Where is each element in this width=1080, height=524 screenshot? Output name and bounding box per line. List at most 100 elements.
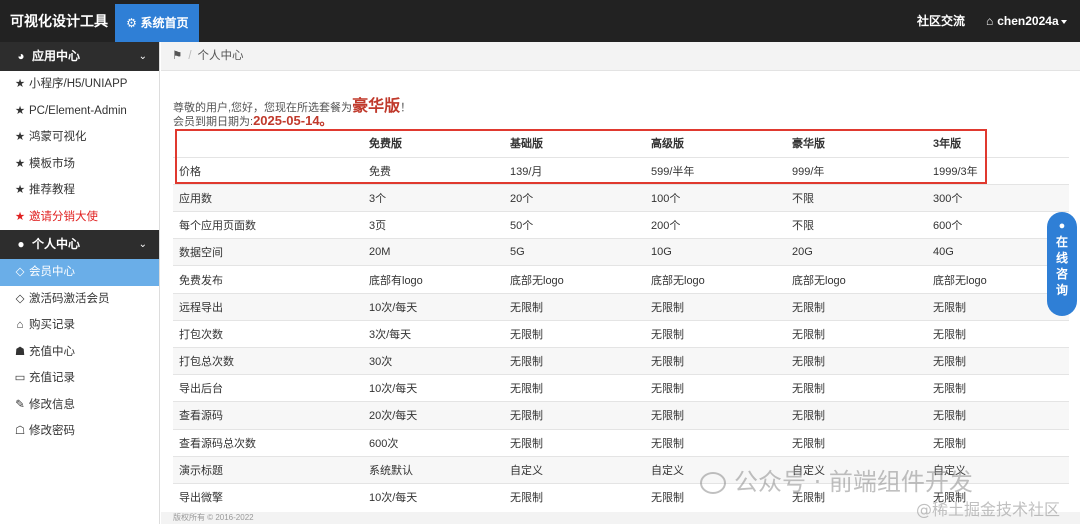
breadcrumb-separator: / bbox=[188, 50, 192, 62]
home-tab[interactable]: ⚙ 系统首页 bbox=[115, 4, 199, 42]
top-navbar: 可视化设计工具 ⚙ 系统首页 社区交流 ⌂ chen2024a bbox=[0, 0, 1080, 42]
chevron-down-icon: ⌄ bbox=[138, 51, 147, 62]
table-cell: 无限制 bbox=[786, 401, 927, 430]
lock-icon: ☖ bbox=[14, 425, 26, 437]
table-cell: 20G bbox=[786, 238, 927, 266]
sidebar-item-label: 邀请分销大使 bbox=[29, 210, 98, 223]
table-cell: 无限制 bbox=[504, 292, 645, 321]
table-row: 打包次数 3次/每天 无限制 无限制 无限制 无限制 bbox=[173, 319, 1069, 348]
sidebar-item-label: 鸿蒙可视化 bbox=[29, 131, 87, 143]
table-row: 数据空间 20M 5G 10G 20G 40G bbox=[173, 238, 1069, 266]
star-icon: ★ bbox=[14, 210, 26, 223]
plans-table: 免费版 基础版 高级版 豪华版 3年版 价格 免费 139/月 599/半年 999/年 1999… bbox=[173, 130, 1069, 511]
nav-community-link[interactable]: 社区交流 bbox=[917, 0, 965, 42]
table-cell: 每个应用页面数 bbox=[173, 211, 363, 239]
table-cell: 3次/每天 bbox=[363, 319, 504, 348]
table-cell: 599/半年 bbox=[645, 156, 786, 185]
sidebar-item[interactable]: ◇ 激活码激活会员 bbox=[0, 286, 159, 313]
sidebar-item-label: 推荐教程 bbox=[29, 184, 75, 196]
table-row: 价格 免费 139/月 599/半年 999/年 1999/3年 bbox=[173, 156, 1069, 185]
table-row: 远程导出 10次/每天 无限制 无限制 无限制 无限制 bbox=[173, 292, 1069, 321]
sidebar-item[interactable]: ★ 推荐教程 bbox=[0, 177, 159, 204]
table-cell: 打包次数 bbox=[173, 319, 363, 348]
sidebar-item[interactable]: ⌂ 购买记录 bbox=[0, 312, 159, 339]
sidebar-section-apps[interactable]: ◕ 应用中心 ⌄ bbox=[0, 42, 159, 71]
breadcrumb: ⚑ / 个人中心 bbox=[161, 42, 1080, 71]
table-cell: 无限制 bbox=[504, 482, 645, 511]
personal-list: ◇ 会员中心 ◇ 激活码激活会员 ⌂ 购买记录 ☗ 充值中心 ▭ 充值记录 ✎ 修改信息 ☖ 修改密码 bbox=[0, 259, 159, 445]
table-row: 应用数 3个 20个 100个 不限 300个 bbox=[173, 183, 1069, 212]
table-row: 导出后台 10次/每天 无限制 无限制 无限制 无限制 bbox=[173, 374, 1069, 402]
user-menu[interactable]: ⌂ chen2024a bbox=[986, 0, 1067, 42]
table-cell: 10G bbox=[645, 238, 786, 266]
sidebar-section-personal[interactable]: ● 个人中心 ⌄ bbox=[0, 230, 159, 259]
table-header-cell: 高级版 bbox=[651, 138, 684, 151]
consult-char: 询 bbox=[1055, 283, 1068, 297]
table-cell: 打包总次数 bbox=[173, 346, 363, 375]
sidebar-item[interactable]: ★ 小程序/H5/UNIAPP bbox=[0, 71, 159, 98]
table-cell: 无限制 bbox=[645, 319, 786, 348]
sidebar-item-label: 小程序/H5/UNIAPP bbox=[29, 78, 128, 90]
edit-icon: ✎ bbox=[15, 398, 25, 411]
app-title[interactable]: 可视化设计工具 bbox=[10, 0, 108, 42]
home-icon: ⌂ bbox=[986, 14, 994, 28]
sidebar-item[interactable]: ☗ 充值中心 bbox=[0, 339, 159, 366]
table-cell: 无限制 bbox=[645, 346, 786, 375]
sidebar-item[interactable]: ★ 邀请分销大使 bbox=[0, 204, 159, 231]
bank-icon: ☗ bbox=[14, 345, 26, 358]
table-cell: 无限制 bbox=[927, 346, 1069, 375]
table-header-cell: 免费版 bbox=[369, 138, 402, 151]
online-consult-button[interactable]: ● 在 线 咨 询 bbox=[1047, 212, 1077, 316]
sidebar-item[interactable]: ★ 模板市场 bbox=[0, 151, 159, 178]
breadcrumb-current: 个人中心 bbox=[197, 50, 244, 62]
table-cell: 139/月 bbox=[504, 156, 645, 185]
table-cell: 无限制 bbox=[786, 292, 927, 321]
table-row: 查看源码总次数 600次 无限制 无限制 无限制 无限制 bbox=[173, 428, 1069, 457]
sidebar: ◕ 应用中心 ⌄ ★ 小程序/H5/UNIAPP ★ PC/Element-Admin ★… bbox=[0, 42, 160, 524]
apps-list: ★ 小程序/H5/UNIAPP ★ PC/Element-Admin ★ 鸿蒙可视化 ★ 模板… bbox=[0, 71, 159, 230]
greeting-suffix: ！ bbox=[400, 102, 412, 114]
watermark-line2: @稀土掘金技术社区 bbox=[916, 500, 1061, 519]
table-cell: 查看源码 bbox=[173, 401, 363, 430]
table-cell: 30次 bbox=[363, 346, 504, 375]
section-label: 应用中心 bbox=[32, 49, 81, 63]
table-cell: 不限 bbox=[786, 183, 927, 212]
table-cell: 20个 bbox=[504, 183, 645, 212]
chevron-down-icon: ⌄ bbox=[138, 239, 147, 250]
table-cell: 5G bbox=[504, 238, 645, 266]
table-cell: 演示标题 bbox=[173, 455, 363, 484]
table-cell: 价格 bbox=[173, 156, 363, 185]
section-label: 个人中心 bbox=[32, 237, 81, 251]
sidebar-item[interactable]: ◇ 会员中心 bbox=[0, 259, 159, 286]
star-icon: ★ bbox=[14, 78, 26, 90]
consult-char: 在 bbox=[1055, 235, 1068, 249]
sidebar-item[interactable]: ★ PC/Element-Admin bbox=[0, 98, 159, 125]
user-name: chen2024a bbox=[997, 14, 1059, 28]
table-header-cell bbox=[173, 130, 363, 157]
star-icon: ★ bbox=[14, 184, 26, 196]
table-cell: 无限制 bbox=[504, 401, 645, 430]
table-cell: 无限制 bbox=[786, 374, 927, 402]
sidebar-item[interactable]: ★ 鸿蒙可视化 bbox=[0, 124, 159, 151]
sidebar-item[interactable]: ☖ 修改密码 bbox=[0, 418, 159, 445]
sidebar-item[interactable]: ▭ 充值记录 bbox=[0, 365, 159, 392]
table-cell: 无限制 bbox=[504, 428, 645, 457]
table-header-row: 免费版 基础版 高级版 豪华版 3年版 bbox=[173, 130, 1069, 157]
table-cell: 3个 bbox=[363, 183, 504, 212]
table-cell: 无限制 bbox=[645, 374, 786, 402]
table-cell: 999/年 bbox=[786, 156, 927, 185]
table-cell: 导出微擎 bbox=[173, 482, 363, 511]
membership-level: 豪华版 bbox=[352, 98, 401, 115]
table-cell: 查看源码总次数 bbox=[173, 428, 363, 457]
table-row: 每个应用页面数 3页 50个 200个 不限 600个 bbox=[173, 211, 1069, 239]
table-cell: 无限制 bbox=[927, 401, 1069, 430]
sidebar-item[interactable]: ✎ 修改信息 bbox=[0, 392, 159, 419]
table-cell: 100个 bbox=[645, 183, 786, 212]
table-cell: 无限制 bbox=[645, 292, 786, 321]
star-icon: ★ bbox=[14, 131, 26, 143]
consult-char: 咨 bbox=[1055, 267, 1068, 281]
wechat-icon bbox=[700, 472, 726, 494]
bell-icon: ● bbox=[1058, 220, 1066, 232]
table-cell: 远程导出 bbox=[173, 292, 363, 321]
caret-down-icon bbox=[1060, 19, 1067, 24]
